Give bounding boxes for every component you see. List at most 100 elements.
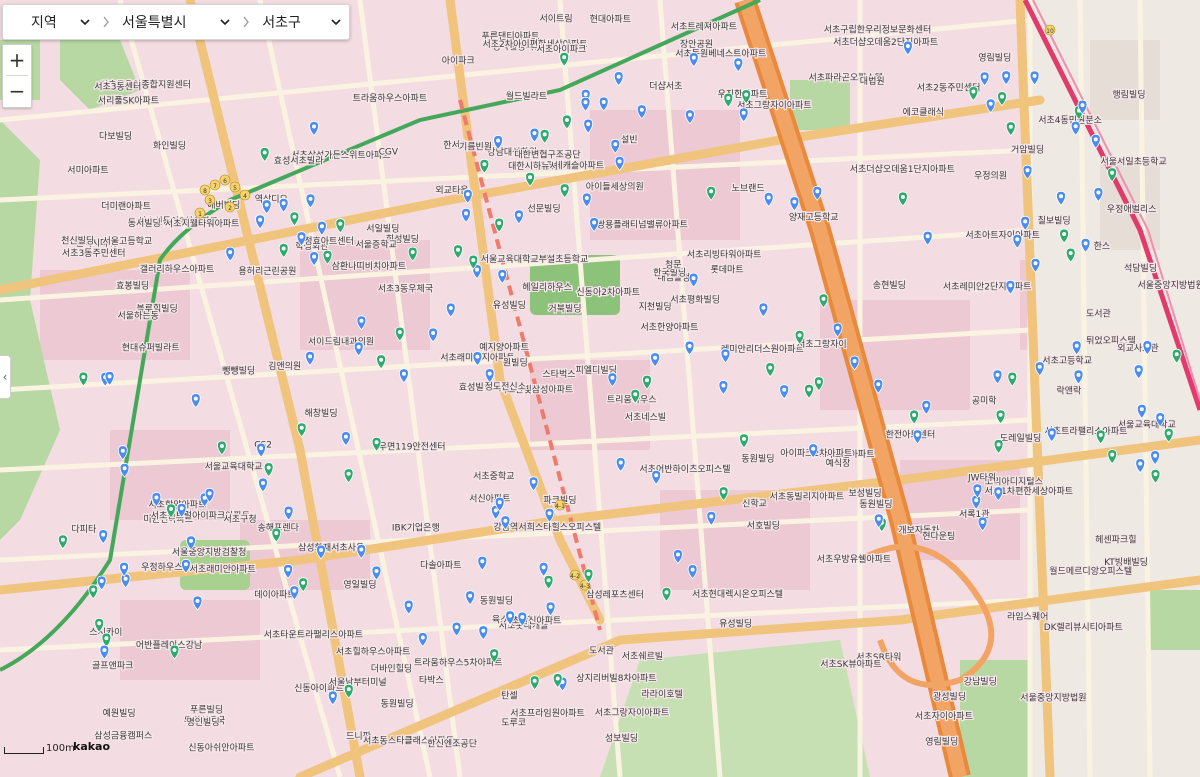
place-label: 서초트레져아파트	[671, 22, 737, 33]
place-label: 광성빌딩	[933, 691, 966, 703]
place-label: 동서빌딩	[128, 218, 161, 229]
place-label: 더바인힐딩	[371, 662, 412, 674]
station-exit-number: 4-1	[555, 503, 565, 510]
place-label: 칠보빌딩	[1038, 216, 1071, 227]
zoom-in-button[interactable]: +	[3, 45, 31, 75]
place-label: 서초동원베네스트아파트	[675, 49, 766, 60]
place-label: 서초현대렉시온오피스텔	[692, 588, 783, 600]
place-label: 서울교육대학교	[205, 462, 263, 473]
place-label: 서초3동센터	[94, 81, 141, 92]
place-label: 서초더샵오데움1단지아파트	[850, 164, 955, 175]
region-level-3[interactable]: 서초구	[254, 5, 349, 39]
place-label: 헤일리하우스	[522, 281, 572, 293]
place-label: 서초고등학교	[1042, 356, 1092, 367]
place-label: 양재고등학교	[789, 212, 839, 223]
place-label: 한스	[1094, 241, 1111, 252]
station-exit-number: 7	[213, 183, 217, 190]
place-label: 서초3동주민센터	[62, 248, 126, 259]
region-level-1[interactable]: 지역	[3, 5, 98, 39]
place-label: 서초지웰타워아파트	[165, 219, 240, 230]
place-label: 서울중앙지방법원	[1020, 692, 1086, 704]
place-label: 거북빌딩	[548, 304, 581, 315]
station-exit-number: 2	[228, 205, 232, 212]
place-label: 서초쉐르빌	[622, 651, 663, 662]
place-label: 한전아트센터	[886, 430, 936, 441]
place-label: 원빌딩	[503, 357, 528, 368]
place-label: 서초아트자이아파트	[965, 230, 1040, 241]
place-label: 푸른빌딩	[190, 704, 223, 715]
place-label: 예지양아파트	[479, 342, 529, 353]
place-label: 스타벅스	[542, 369, 575, 380]
place-label: 갤러리하우스아파트	[140, 263, 215, 275]
place-label: 행림빌딩	[1112, 88, 1145, 100]
place-label: 서울교육대학교부설초등학교	[481, 254, 589, 265]
station-exit-number: 4-3	[580, 583, 590, 590]
place-label: 청문	[665, 259, 682, 270]
place-label: 도서관	[1086, 308, 1111, 319]
place-label: 월드메르디앙오피스텔	[1049, 565, 1132, 577]
place-label: 기름빈원	[459, 141, 492, 152]
place-label: 서초구청	[224, 514, 257, 525]
place-label: 서초평화빌딩	[670, 294, 720, 305]
station-exit-number: 8	[203, 188, 207, 195]
place-label: 삼환나띠비치아파트	[332, 260, 407, 272]
place-label: 삼성레포츠센터	[586, 590, 644, 601]
place-label: 뺑뺑빌딩	[222, 366, 255, 377]
place-label: 서울하는동	[118, 311, 159, 322]
place-label: 동원빌딩	[381, 698, 414, 709]
station-exit-number: 4-2	[570, 573, 580, 580]
place-label: 유성빌딩	[719, 619, 752, 630]
place-label: 서호빌딩	[747, 521, 780, 532]
region-level-2[interactable]: 서울특별시	[114, 5, 238, 39]
place-label: 대한변협구조공단	[514, 149, 580, 161]
place-label: 정효아트센터	[304, 236, 354, 247]
side-panel-toggle[interactable]: ‹	[0, 355, 11, 399]
place-label: 더미랜아파트	[101, 201, 151, 212]
scale-label: 100m	[46, 743, 75, 754]
place-label: 서초네스빌	[625, 412, 666, 423]
place-label: 라임스퀘어	[1007, 611, 1048, 623]
chevron-right-icon	[242, 16, 250, 28]
place-label: 서울중앙지방법원	[1138, 279, 1200, 291]
place-label: 용허리근린공원	[238, 266, 296, 277]
place-label: 현대아파트	[590, 14, 631, 25]
place-label: 서초그랑자이	[797, 338, 847, 350]
place-label: 영일빌딩	[343, 580, 376, 591]
place-label: 서일빌딩	[366, 223, 399, 234]
place-label: 서초레미안2단지아파트	[943, 282, 1032, 293]
place-label: 서초자이아파트	[915, 711, 973, 722]
place-label: 다피타	[71, 524, 97, 535]
kakao-logo: kakao	[73, 740, 111, 753]
place-label: 월드빌라트	[506, 90, 547, 102]
place-label: 어반플레이스강남	[136, 640, 202, 651]
place-label: 현대슈퍼빌라트	[122, 342, 180, 353]
place-label: 타박스	[419, 675, 444, 686]
place-label: 서이드림내과의원	[308, 335, 374, 347]
place-label: 서울서일초등학교	[1101, 157, 1167, 168]
place-label: 헤센파크힐	[1095, 534, 1136, 546]
place-label: 트라움하우스5차아파트	[414, 657, 503, 669]
place-label: 서초우방유쉘아파트	[817, 554, 892, 565]
place-label: 효봉빌딩	[116, 280, 149, 291]
place-label: 롯데마트	[711, 265, 744, 276]
place-label: 상지리버빌8차아파트	[576, 672, 656, 684]
place-label: 서초타운트라팰리스아파트	[264, 628, 363, 640]
place-label: 서초힐하우스아파트	[336, 646, 411, 658]
place-label: 서미아파트	[67, 165, 108, 176]
place-label: 서울증학교	[356, 240, 397, 251]
place-label: 서초트라팰리스아파트	[1045, 425, 1128, 437]
place-label: 서이트림	[540, 13, 573, 25]
place-label: 라라이호텔	[641, 688, 682, 700]
map-canvas[interactable]: 서울중앙지방법원블루힐빌딩서초4동민원분소효성빌딩노브랜드푸른빌딩강남대성학원쌍…	[0, 0, 1200, 777]
place-label: 탄셀	[501, 691, 518, 702]
place-label: 우면119안전센터	[379, 442, 446, 453]
place-label: 에코클래식	[903, 107, 944, 118]
zoom-out-button[interactable]: −	[3, 76, 31, 106]
chevron-down-icon	[220, 18, 230, 26]
place-label: 화인빌딩	[153, 141, 186, 152]
place-label: 서리풀SK아파트	[98, 96, 159, 107]
place-label: DK렐리뷰시티아파트	[1044, 621, 1123, 633]
place-label: 해창빌딩	[305, 408, 338, 419]
chevron-down-icon	[331, 18, 341, 26]
place-label: 레미안리더스원아파트	[721, 344, 804, 355]
